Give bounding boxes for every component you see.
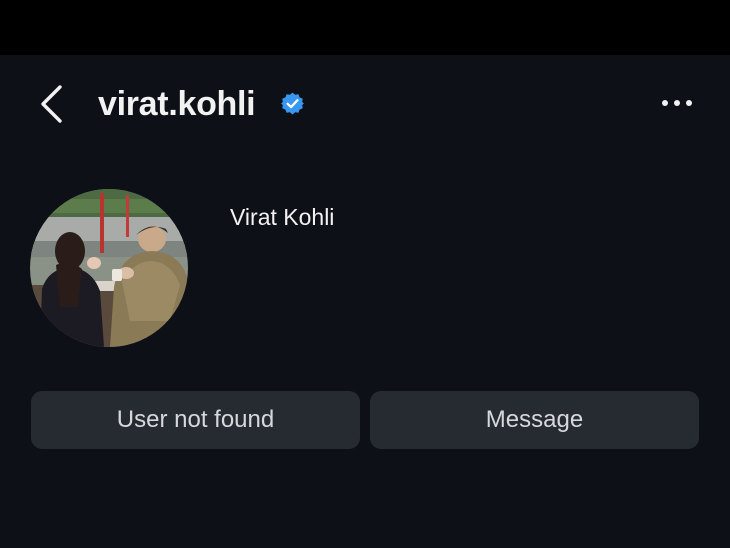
top-black-bar bbox=[0, 0, 730, 55]
verified-badge-icon bbox=[280, 91, 305, 116]
back-chevron-icon[interactable] bbox=[34, 82, 74, 126]
profile-display-name: Virat Kohli bbox=[230, 204, 335, 230]
profile-username: virat.kohli bbox=[98, 85, 256, 123]
avatar[interactable] bbox=[30, 189, 188, 347]
more-options-icon[interactable] bbox=[656, 90, 698, 116]
user-not-found-button[interactable]: User not found bbox=[31, 391, 360, 449]
message-button[interactable]: Message bbox=[370, 391, 699, 449]
